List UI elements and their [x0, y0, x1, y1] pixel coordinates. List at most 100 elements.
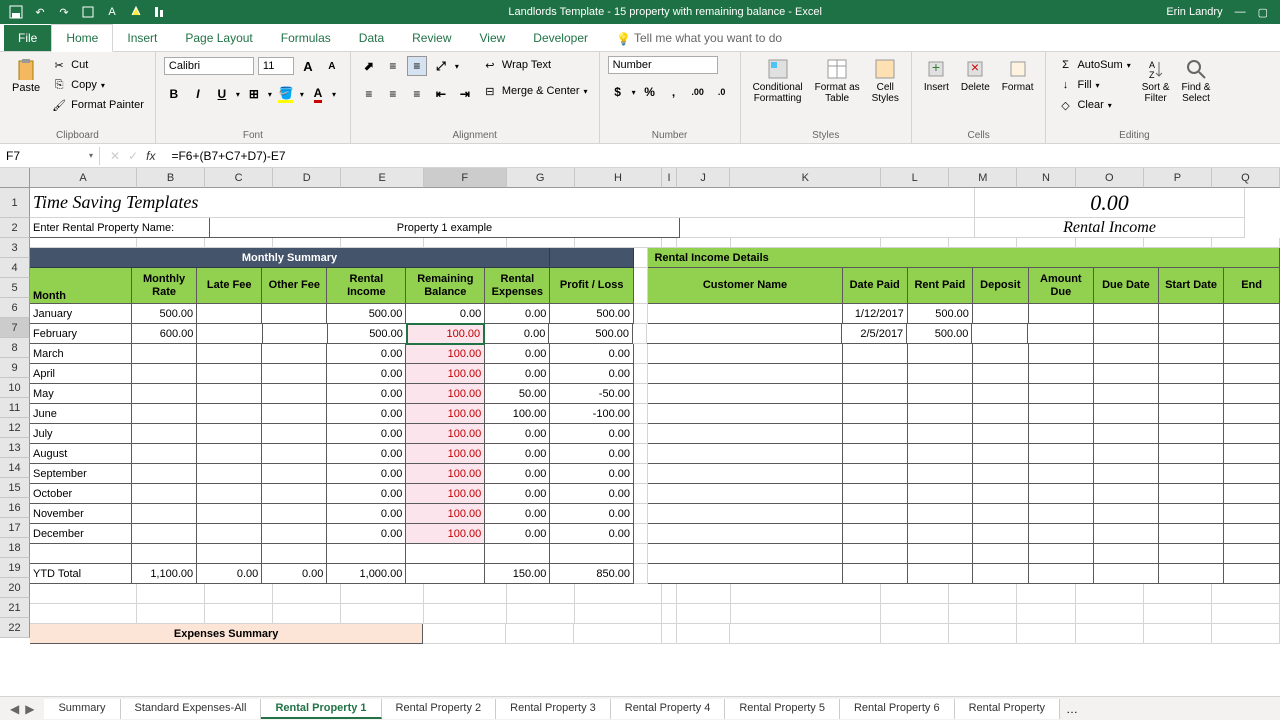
cancel-formula-icon[interactable]: ✕ — [110, 149, 120, 163]
cell[interactable] — [731, 604, 882, 624]
cell[interactable] — [662, 624, 677, 644]
end-cell[interactable] — [1224, 484, 1280, 504]
cut-button[interactable]: ✂Cut — [48, 56, 147, 74]
tabs-more-icon[interactable]: … — [1060, 702, 1084, 716]
delete-cells-button[interactable]: ×Delete — [957, 56, 994, 95]
wrap-text-button[interactable]: ↩Wrap Text — [479, 56, 591, 74]
sort-filter-button[interactable]: AZSort & Filter — [1138, 56, 1174, 106]
other-cell[interactable] — [262, 504, 327, 524]
rate-cell[interactable] — [132, 364, 197, 384]
orientation-button[interactable]: ⤢ — [431, 56, 451, 76]
ytd-rate[interactable]: 1,100.00 — [132, 564, 197, 584]
monthly-summary-header[interactable]: Monthly Summary — [30, 248, 550, 268]
income-cell[interactable]: 0.00 — [327, 524, 406, 544]
due-cell[interactable] — [1029, 424, 1094, 444]
end-cell[interactable] — [1224, 504, 1280, 524]
late-cell[interactable] — [197, 364, 262, 384]
exp-cell[interactable]: 50.00 — [485, 384, 550, 404]
exp-cell[interactable]: 0.00 — [485, 504, 550, 524]
start-cell[interactable] — [1159, 424, 1224, 444]
rate-cell[interactable]: 500.00 — [132, 304, 197, 324]
month-cell[interactable]: September — [30, 464, 132, 484]
rate-cell[interactable] — [132, 424, 197, 444]
paid-cell[interactable] — [908, 444, 973, 464]
balance-cell[interactable]: 100.00 — [406, 504, 485, 524]
dep-cell[interactable] — [973, 464, 1029, 484]
cell[interactable] — [843, 544, 908, 564]
save-icon[interactable] — [8, 4, 24, 20]
income-cell[interactable]: 0.00 — [327, 444, 406, 464]
italic-button[interactable]: I — [188, 84, 208, 104]
cell[interactable] — [132, 544, 197, 564]
property-name[interactable]: Property 1 example — [210, 218, 680, 238]
clear-button[interactable]: ◇Clear ▾ — [1054, 96, 1133, 114]
income-cell[interactable]: 0.00 — [327, 424, 406, 444]
due-cell[interactable] — [1029, 484, 1094, 504]
due-cell[interactable] — [1029, 524, 1094, 544]
balance-cell[interactable]: 100.00 — [406, 444, 485, 464]
cell[interactable] — [949, 238, 1017, 248]
cell[interactable] — [550, 248, 634, 268]
due-cell[interactable] — [1029, 364, 1094, 384]
hdr-monthly-rate[interactable]: Monthly Rate — [132, 268, 197, 304]
cell[interactable] — [634, 384, 648, 404]
row-header-8[interactable]: 8 — [0, 338, 30, 358]
row-header-16[interactable]: 16 — [0, 498, 30, 518]
other-cell[interactable] — [262, 444, 327, 464]
cell[interactable] — [205, 604, 273, 624]
due-cell[interactable] — [1029, 304, 1094, 324]
percent-button[interactable]: % — [640, 82, 660, 102]
sheet-tab-summary[interactable]: Summary — [44, 699, 120, 719]
cell[interactable] — [574, 624, 662, 644]
cell[interactable] — [423, 624, 506, 644]
late-cell[interactable] — [197, 424, 262, 444]
cell[interactable] — [908, 544, 973, 564]
income-cell[interactable]: 0.00 — [327, 364, 406, 384]
due-cell[interactable] — [1029, 384, 1094, 404]
cell[interactable] — [137, 584, 205, 604]
cell[interactable] — [205, 584, 273, 604]
cell[interactable] — [949, 624, 1017, 644]
cell[interactable] — [273, 604, 341, 624]
cust-cell[interactable] — [648, 384, 842, 404]
date-cell[interactable] — [843, 464, 908, 484]
end-cell[interactable] — [1224, 444, 1280, 464]
end-cell[interactable] — [1224, 304, 1280, 324]
cell[interactable] — [634, 424, 648, 444]
date-cell[interactable] — [843, 404, 908, 424]
cell[interactable] — [973, 544, 1029, 564]
cust-cell[interactable] — [648, 364, 842, 384]
paste-button[interactable]: Paste — [8, 56, 44, 96]
duedate-cell[interactable] — [1094, 364, 1159, 384]
balance-cell[interactable]: 100.00 — [406, 524, 485, 544]
tab-data[interactable]: Data — [345, 25, 398, 51]
other-cell[interactable] — [262, 384, 327, 404]
align-right-button[interactable]: ≡ — [407, 84, 427, 104]
cell[interactable] — [949, 584, 1017, 604]
end-cell[interactable] — [1224, 424, 1280, 444]
hdr-rental-income[interactable]: Rental Income — [327, 268, 406, 304]
undo-icon[interactable]: ↶ — [32, 4, 48, 20]
pl-cell[interactable]: 500.00 — [550, 304, 634, 324]
date-cell[interactable] — [843, 384, 908, 404]
cell[interactable] — [677, 604, 731, 624]
rate-cell[interactable] — [132, 464, 197, 484]
qat-icon-2[interactable]: A — [104, 4, 120, 20]
due-cell[interactable] — [1029, 464, 1094, 484]
cell[interactable] — [507, 604, 575, 624]
date-cell[interactable]: 2/5/2017 — [842, 324, 907, 344]
date-cell[interactable] — [843, 504, 908, 524]
month-cell[interactable]: December — [30, 524, 132, 544]
other-cell[interactable] — [262, 524, 327, 544]
date-cell[interactable] — [843, 444, 908, 464]
align-left-button[interactable]: ≡ — [359, 84, 379, 104]
paid-cell[interactable]: 500.00 — [907, 324, 972, 344]
duedate-cell[interactable] — [1094, 424, 1159, 444]
cell[interactable] — [634, 364, 648, 384]
cell[interactable] — [881, 604, 949, 624]
late-cell[interactable] — [197, 524, 262, 544]
col-header-A[interactable]: A — [30, 168, 137, 188]
month-cell[interactable]: June — [30, 404, 132, 424]
pl-cell[interactable]: 0.00 — [550, 484, 634, 504]
number-format-combo[interactable] — [608, 56, 718, 74]
